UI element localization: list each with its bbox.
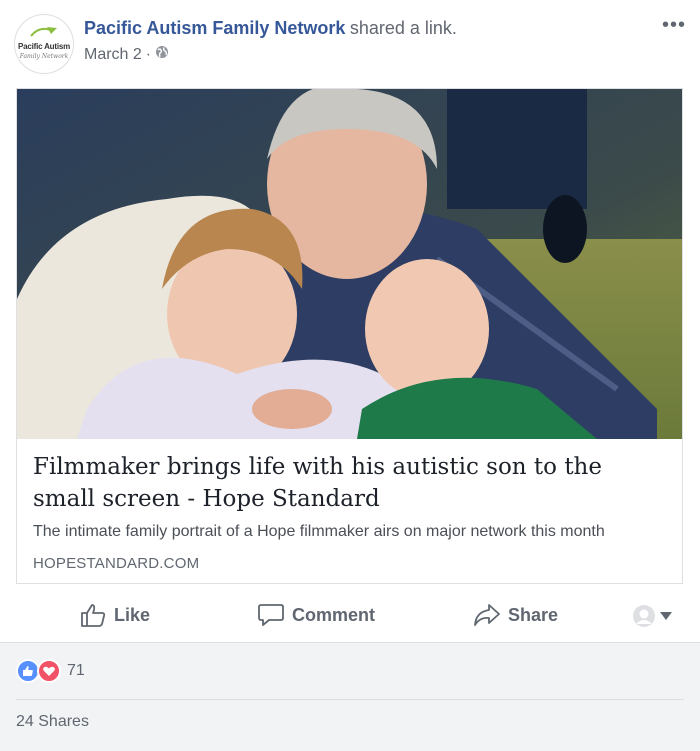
- link-description: The intimate family portrait of a Hope f…: [33, 523, 605, 540]
- comment-button[interactable]: Comment: [258, 590, 375, 640]
- reaction-count: 71: [67, 662, 85, 679]
- shared-link-text: shared a link.: [349, 18, 457, 38]
- post-as-selector[interactable]: [632, 604, 672, 628]
- share-label: Share: [508, 604, 559, 625]
- link-preview-image[interactable]: [17, 89, 682, 439]
- header-text: Pacific Autism Family Network shared a l…: [84, 18, 457, 64]
- like-label: Like: [114, 604, 151, 625]
- thumbs-up-icon: [81, 604, 106, 627]
- page-name-link[interactable]: Pacific Autism Family Network: [84, 18, 345, 38]
- avatar-logo-text: Pacific Autism: [17, 42, 71, 51]
- share-button[interactable]: Share: [474, 590, 558, 640]
- page-avatar[interactable]: Pacific Autism Family Network: [14, 14, 74, 74]
- post-meta: March 2 ·: [84, 45, 457, 64]
- footer-divider: [16, 699, 684, 700]
- caret-down-icon: [660, 612, 672, 620]
- share-arrow-icon: [474, 604, 500, 626]
- link-preview-body: Filmmaker brings life with his autistic …: [33, 451, 666, 572]
- avatar-logo-subtext: Family Network: [19, 53, 69, 60]
- meta-separator: ·: [145, 45, 152, 63]
- logo-mark-icon: [30, 27, 57, 37]
- like-button[interactable]: Like: [80, 590, 150, 640]
- love-reaction-icon: [37, 659, 61, 683]
- post-date[interactable]: March 2: [84, 46, 142, 64]
- more-options-button[interactable]: •••: [662, 14, 686, 37]
- globe-icon[interactable]: [155, 45, 169, 64]
- profile-avatar-icon: [633, 605, 655, 627]
- post-footer: 71 24 Shares: [0, 642, 700, 751]
- comment-label: Comment: [292, 604, 376, 625]
- reactions-summary[interactable]: 71: [16, 659, 85, 683]
- link-domain: HOPESTANDARD.COM: [33, 555, 200, 572]
- link-preview-card[interactable]: Filmmaker brings life with his autistic …: [16, 88, 683, 584]
- post-header: Pacific Autism Family Network Pacific Au…: [14, 12, 700, 76]
- shares-count-link[interactable]: 24 Shares: [16, 713, 89, 731]
- post-action-bar: Like Comment Share: [0, 590, 700, 640]
- comment-icon: [258, 604, 284, 626]
- link-title[interactable]: Filmmaker brings life with his autistic …: [33, 451, 666, 515]
- photo-illustration: [17, 89, 682, 439]
